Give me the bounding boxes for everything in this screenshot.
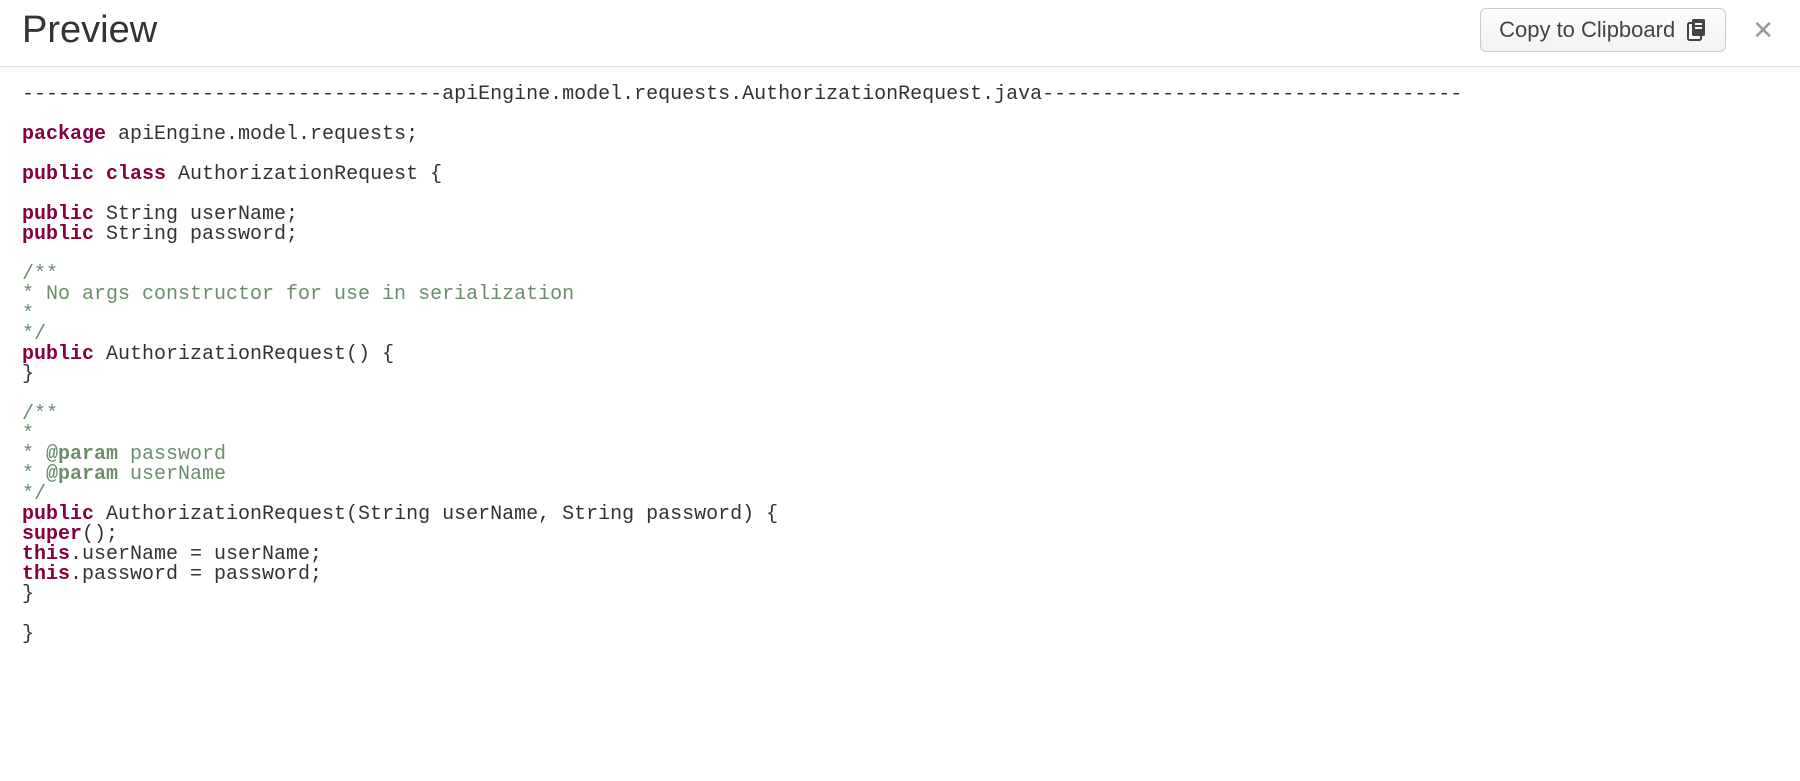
code-text: apiEngine.model.requests; bbox=[106, 123, 418, 146]
code-text: } bbox=[22, 363, 34, 386]
code-text: String password; bbox=[94, 223, 298, 246]
code-text: AuthorizationRequest { bbox=[166, 163, 442, 186]
code-text: AuthorizationRequest() { bbox=[94, 343, 394, 366]
code-text: AuthorizationRequest(String userName, St… bbox=[94, 503, 778, 526]
javadoc-tag: @param bbox=[46, 463, 118, 486]
clipboard-icon bbox=[1685, 18, 1707, 42]
code-preview: -----------------------------------apiEn… bbox=[0, 67, 1800, 663]
copy-to-clipboard-button[interactable]: Copy to Clipboard bbox=[1480, 8, 1726, 52]
modal-header: Preview Copy to Clipboard ✕ bbox=[0, 0, 1800, 67]
code-text: } bbox=[22, 583, 34, 606]
header-actions: Copy to Clipboard ✕ bbox=[1480, 8, 1778, 52]
keyword-class: class bbox=[106, 163, 166, 186]
keyword-public: public bbox=[22, 223, 94, 246]
code-text: .password = password; bbox=[70, 563, 322, 586]
file-divider: -----------------------------------apiEn… bbox=[22, 83, 1462, 106]
keyword-public: public bbox=[22, 163, 94, 186]
comment-line: userName bbox=[118, 463, 226, 486]
page-title: Preview bbox=[22, 9, 157, 52]
keyword-package: package bbox=[22, 123, 106, 146]
code-text: } bbox=[22, 623, 34, 646]
comment-line: * No args constructor for use in seriali… bbox=[22, 283, 574, 306]
copy-button-label: Copy to Clipboard bbox=[1499, 17, 1675, 43]
close-icon[interactable]: ✕ bbox=[1748, 13, 1778, 47]
